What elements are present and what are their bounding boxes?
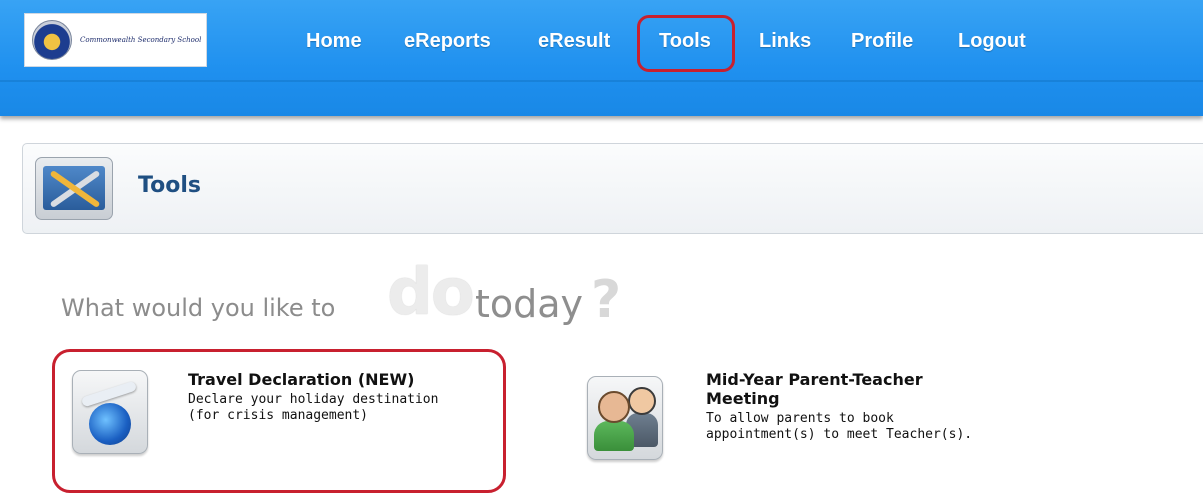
- tagline-part4: ?: [591, 270, 622, 330]
- school-logo[interactable]: Commonwealth Secondary School: [24, 13, 207, 67]
- parent-teacher-desc-line1: To allow parents to book: [706, 411, 894, 426]
- nav-links[interactable]: Links: [759, 30, 811, 53]
- parent-teacher-desc-line2: appointment(s) to meet Teacher(s).: [706, 427, 973, 442]
- nav-ereports[interactable]: eReports: [404, 30, 491, 53]
- nav-logout[interactable]: Logout: [958, 30, 1026, 53]
- tools-icon: [35, 157, 113, 220]
- nav-eresult[interactable]: eResult: [538, 30, 610, 53]
- tagline-part2: do: [387, 256, 475, 330]
- page-title: Tools: [138, 173, 201, 198]
- parent-teacher-icon-box[interactable]: [587, 376, 663, 460]
- school-crest-icon: [32, 20, 72, 60]
- nav-profile[interactable]: Profile: [851, 30, 913, 53]
- logo-text: Commonwealth Secondary School: [80, 36, 202, 44]
- tagline-part3: today: [475, 282, 584, 326]
- teacher-head-icon: [628, 387, 656, 415]
- nav-home[interactable]: Home: [306, 30, 362, 53]
- parent-teacher-title-line2[interactable]: Meeting: [706, 389, 780, 408]
- parent-teacher-title-line1[interactable]: Mid-Year Parent-Teacher: [706, 370, 923, 389]
- travel-declaration-highlight: [52, 349, 506, 493]
- parent-head-icon: [598, 391, 630, 423]
- nav-divider: [0, 80, 1203, 82]
- tagline-part1: What would you like to: [61, 294, 336, 322]
- parent-body-icon: [594, 421, 634, 451]
- tools-nav-highlight: [637, 15, 735, 72]
